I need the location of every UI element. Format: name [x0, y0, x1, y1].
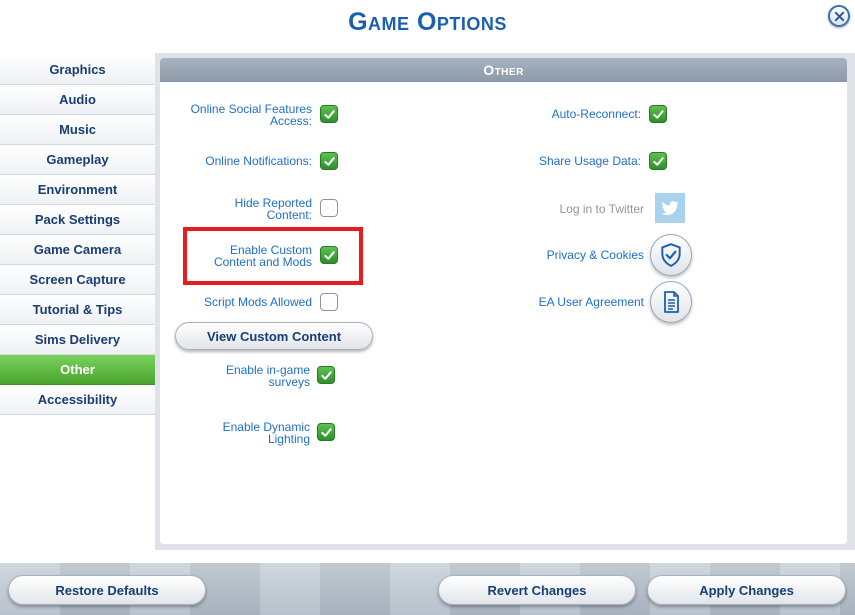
sidebar-item-pack-settings[interactable]: Pack Settings: [0, 205, 155, 235]
online-social-features-label: Online Social Features Access:: [190, 102, 312, 128]
view-custom-content-button[interactable]: View Custom Content: [175, 322, 373, 350]
checkmark-icon: [323, 156, 335, 166]
document-icon: [664, 291, 679, 313]
auto-reconnect-label: Auto-Reconnect:: [551, 107, 641, 121]
hide-reported-content-checkbox[interactable]: [320, 199, 338, 217]
enable-dynamic-lighting-label: Enable Dynamic Lighting: [222, 420, 310, 446]
enable-in-game-surveys-label: Enable in-game surveys: [225, 363, 310, 389]
privacy-cookies-button[interactable]: [650, 234, 692, 276]
close-icon: [834, 11, 845, 22]
sidebar-item-other[interactable]: Other: [0, 355, 155, 385]
sidebar-item-audio[interactable]: Audio: [0, 85, 155, 115]
hide-reported-content-label: Hide Reported Content:: [234, 196, 312, 222]
close-button[interactable]: [828, 5, 850, 27]
checkmark-icon: [652, 156, 664, 166]
ea-user-agreement-label: EA User Agreement: [538, 295, 644, 309]
checkmark-icon: [320, 370, 332, 380]
share-usage-data-checkbox[interactable]: [649, 152, 667, 170]
script-mods-allowed-checkbox[interactable]: [320, 293, 338, 311]
script-mods-allowed-label: Script Mods Allowed: [203, 295, 312, 309]
share-usage-data-label: Share Usage Data:: [538, 154, 641, 168]
sidebar-item-game-camera[interactable]: Game Camera: [0, 235, 155, 265]
checkmark-icon: [323, 109, 335, 119]
sidebar-item-sims-delivery[interactable]: Sims Delivery: [0, 325, 155, 355]
sidebar-item-tutorial-tips[interactable]: Tutorial & Tips: [0, 295, 155, 325]
twitter-icon: [661, 201, 679, 216]
sidebar-item-graphics[interactable]: Graphics: [0, 55, 155, 85]
enable-dynamic-lighting-checkbox[interactable]: [317, 423, 335, 441]
apply-changes-button[interactable]: Apply Changes: [647, 575, 846, 605]
sidebar-item-accessibility[interactable]: Accessibility: [0, 385, 155, 415]
shield-check-icon: [661, 243, 681, 267]
online-notifications-checkbox[interactable]: [320, 152, 338, 170]
ea-user-agreement-button[interactable]: [650, 281, 692, 323]
sidebar-item-music[interactable]: Music: [0, 115, 155, 145]
sidebar-nav: Graphics Audio Music Gameplay Environmen…: [0, 55, 155, 415]
sidebar-item-environment[interactable]: Environment: [0, 175, 155, 205]
enable-in-game-surveys-checkbox[interactable]: [317, 366, 335, 384]
restore-defaults-button[interactable]: Restore Defaults: [8, 575, 206, 605]
twitter-login-button[interactable]: [655, 193, 685, 223]
sidebar-item-gameplay[interactable]: Gameplay: [0, 145, 155, 175]
panel-header: Other: [160, 58, 847, 82]
revert-changes-button[interactable]: Revert Changes: [438, 575, 636, 605]
twitter-login-label: Log in to Twitter: [559, 202, 645, 216]
page-title: Game Options: [348, 8, 507, 36]
auto-reconnect-checkbox[interactable]: [649, 105, 667, 123]
highlight-box: [183, 227, 363, 285]
checkmark-icon: [320, 427, 332, 437]
online-notifications-label: Online Notifications:: [205, 154, 312, 168]
online-social-features-checkbox[interactable]: [320, 105, 338, 123]
checkmark-icon: [652, 109, 664, 119]
sidebar-item-screen-capture[interactable]: Screen Capture: [0, 265, 155, 295]
privacy-cookies-label: Privacy & Cookies: [546, 248, 644, 262]
